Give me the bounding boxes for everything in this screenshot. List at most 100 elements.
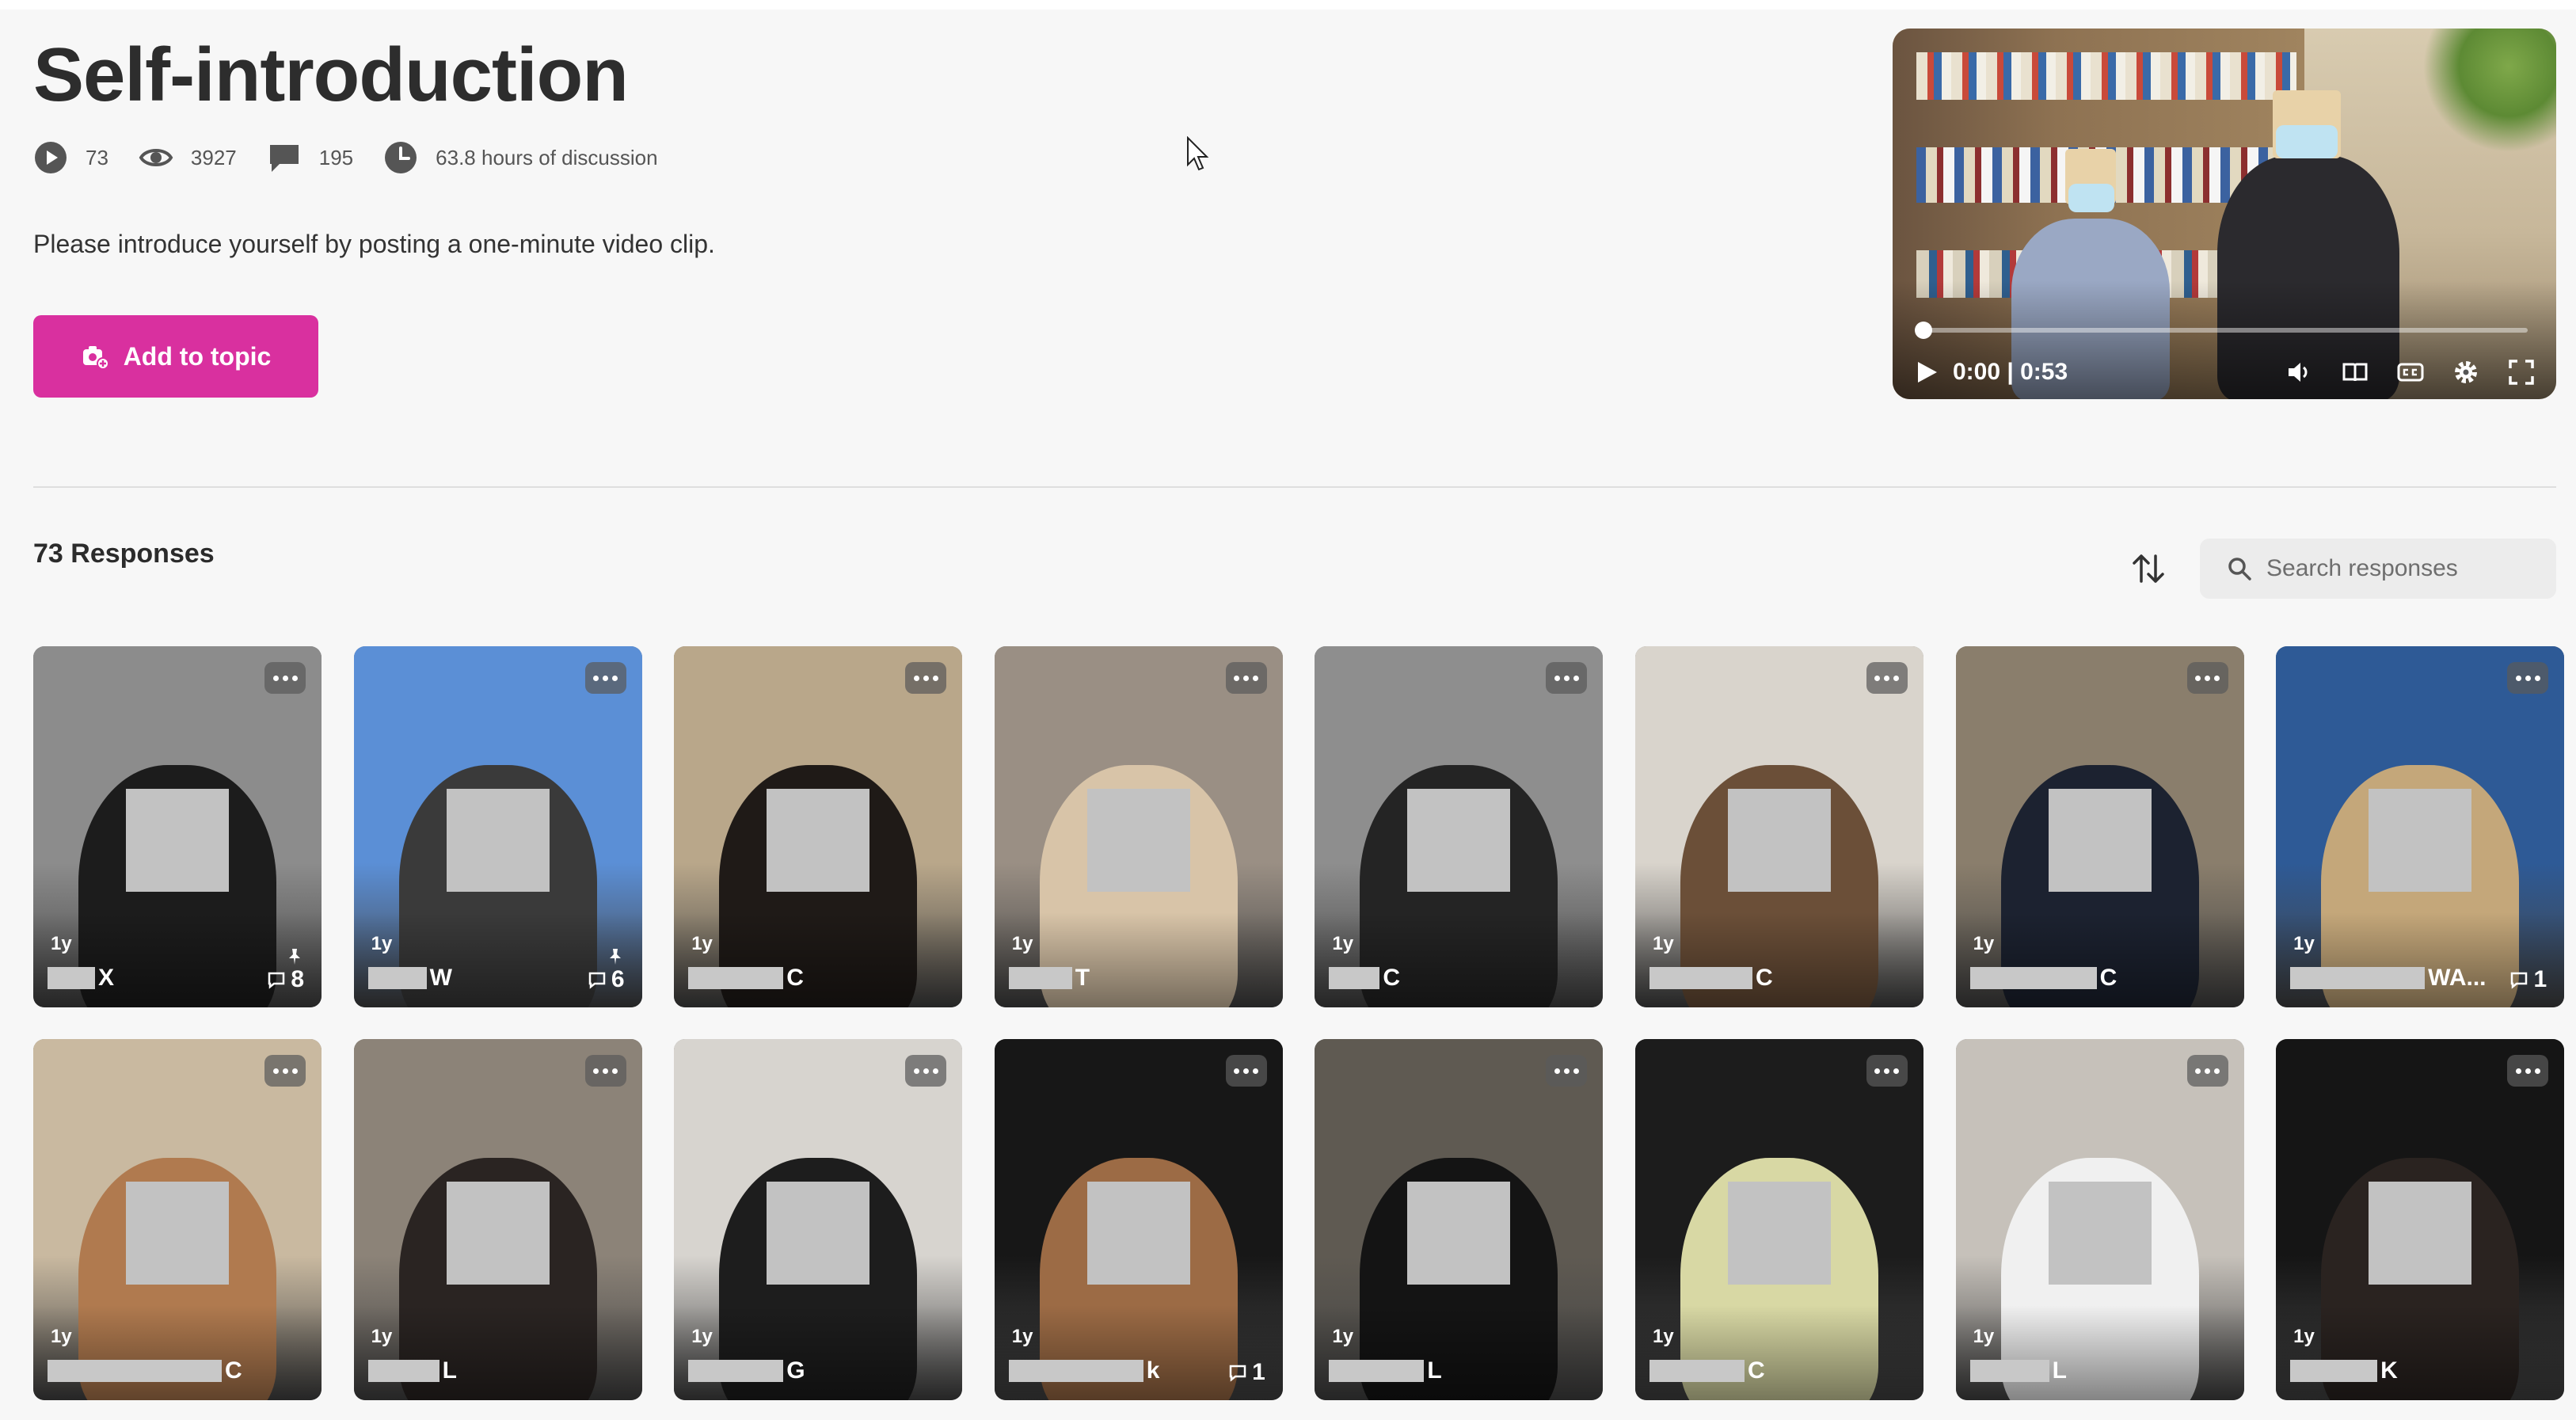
card-shade	[1955, 1305, 2244, 1400]
face-redaction	[1407, 789, 1511, 892]
response-card[interactable]: 1y C	[1634, 1039, 1923, 1400]
response-author: C	[48, 1357, 242, 1384]
responses-grid: 1y X 8 1y W 6 1y C 1y T 1y C 1y C 1y C 1y WA... 1 1y C 1y L 1y G…	[33, 646, 2565, 1400]
more-options-button[interactable]	[2186, 662, 2228, 694]
response-card[interactable]: 1y C	[1634, 646, 1923, 1007]
more-options-button[interactable]	[2186, 1055, 2228, 1087]
volume-button[interactable]	[2282, 355, 2317, 390]
more-options-button[interactable]	[905, 662, 947, 694]
dot	[2515, 1068, 2521, 1074]
dot	[932, 675, 938, 681]
search-responses-field[interactable]	[2200, 539, 2556, 599]
dot	[1253, 675, 1259, 681]
topic-video-player[interactable]: 0:00 | 0:53	[1893, 29, 2556, 399]
comment-count-value: 6	[611, 966, 625, 992]
more-options-button[interactable]	[1866, 662, 1908, 694]
response-author: X	[48, 965, 114, 992]
card-shade	[674, 1305, 963, 1400]
volume-icon	[2289, 363, 2308, 382]
fullscreen-button[interactable]	[2504, 355, 2539, 390]
more-options-button[interactable]	[264, 662, 306, 694]
dot	[1884, 1068, 1890, 1074]
add-to-topic-button[interactable]: Add to topic	[33, 315, 318, 398]
response-card[interactable]: 1y C	[1955, 646, 2244, 1007]
name-redaction	[1329, 1360, 1425, 1382]
video-progress-bar[interactable]	[1921, 328, 2528, 333]
response-author-initial: L	[1427, 1357, 1442, 1384]
comment-icon	[1229, 1365, 1246, 1382]
response-age: 1y	[1652, 933, 1674, 954]
response-card[interactable]: 1y WA... 1	[2276, 646, 2565, 1007]
response-card[interactable]: 1y k 1	[994, 1039, 1283, 1400]
stat-discussion: 63.8 hours of discussion	[383, 140, 658, 175]
dot	[1243, 675, 1250, 681]
more-options-button[interactable]	[2507, 1055, 2549, 1087]
more-options-button[interactable]	[2507, 662, 2549, 694]
dot	[272, 675, 279, 681]
card-shade	[33, 1305, 322, 1400]
response-author: T	[1008, 965, 1090, 992]
pinned-indicator	[606, 947, 625, 966]
dot	[1243, 1068, 1250, 1074]
play-icon[interactable]	[1913, 359, 1940, 386]
more-options-button[interactable]	[264, 1055, 306, 1087]
dot	[1893, 675, 1900, 681]
card-shade	[353, 1305, 642, 1400]
card-shade	[1634, 1305, 1923, 1400]
play-circle-icon	[35, 142, 67, 173]
response-card[interactable]: 1y L	[1315, 1039, 1604, 1400]
stat-views: 3927	[139, 140, 237, 175]
response-card[interactable]: 1y X 8	[33, 646, 322, 1007]
more-options-button[interactable]	[1546, 1055, 1588, 1087]
response-author: C	[688, 965, 804, 992]
response-card[interactable]: 1y L	[353, 1039, 642, 1400]
more-options-button[interactable]	[905, 1055, 947, 1087]
response-age: 1y	[2293, 1326, 2315, 1347]
dot	[603, 675, 609, 681]
more-options-button[interactable]	[584, 662, 626, 694]
eye-icon	[139, 149, 173, 166]
face-redaction	[446, 1182, 550, 1285]
response-author: L	[367, 1357, 457, 1384]
response-age: 1y	[1973, 933, 1995, 954]
response-card[interactable]: 1y W 6	[353, 646, 642, 1007]
card-shade	[994, 912, 1283, 1007]
section-divider	[33, 486, 2556, 488]
response-card[interactable]: 1y C	[674, 646, 963, 1007]
video-progress-knob[interactable]	[1915, 322, 1932, 339]
stat-videos-value: 73	[86, 145, 108, 169]
response-card[interactable]: 1y G	[674, 1039, 963, 1400]
dot	[1563, 675, 1570, 681]
response-card[interactable]: 1y K	[2276, 1039, 2565, 1400]
dot	[1874, 675, 1881, 681]
response-card[interactable]: 1y C	[1315, 646, 1604, 1007]
dot	[2214, 1068, 2220, 1074]
response-age: 1y	[1973, 1326, 1995, 1347]
search-icon	[2228, 558, 2251, 581]
transcript-button[interactable]	[2338, 355, 2372, 390]
sort-button[interactable]	[2122, 546, 2175, 591]
response-card[interactable]: 1y C	[33, 1039, 322, 1400]
card-shade	[994, 1305, 1283, 1400]
stat-comments: 195	[267, 140, 353, 175]
captions-button[interactable]	[2393, 355, 2428, 390]
more-options-button[interactable]	[1225, 662, 1267, 694]
dot	[2195, 675, 2201, 681]
face-redaction	[1727, 1182, 1831, 1285]
more-options-button[interactable]	[1546, 662, 1588, 694]
name-redaction	[2290, 967, 2426, 989]
response-author-initial: T	[1075, 965, 1090, 991]
settings-button[interactable]	[2449, 355, 2483, 390]
more-options-button[interactable]	[1225, 1055, 1267, 1087]
comment-count: 1	[1228, 1359, 1265, 1386]
dot	[612, 1068, 618, 1074]
more-options-button[interactable]	[584, 1055, 626, 1087]
dot	[2515, 675, 2521, 681]
more-options-button[interactable]	[1866, 1055, 1908, 1087]
response-card[interactable]: 1y L	[1955, 1039, 2244, 1400]
comment-count: 1	[2509, 966, 2547, 993]
search-responses-input[interactable]	[2265, 554, 2537, 583]
response-card[interactable]: 1y T	[994, 646, 1283, 1007]
name-redaction	[48, 967, 95, 989]
response-author-initial: C	[225, 1357, 242, 1384]
